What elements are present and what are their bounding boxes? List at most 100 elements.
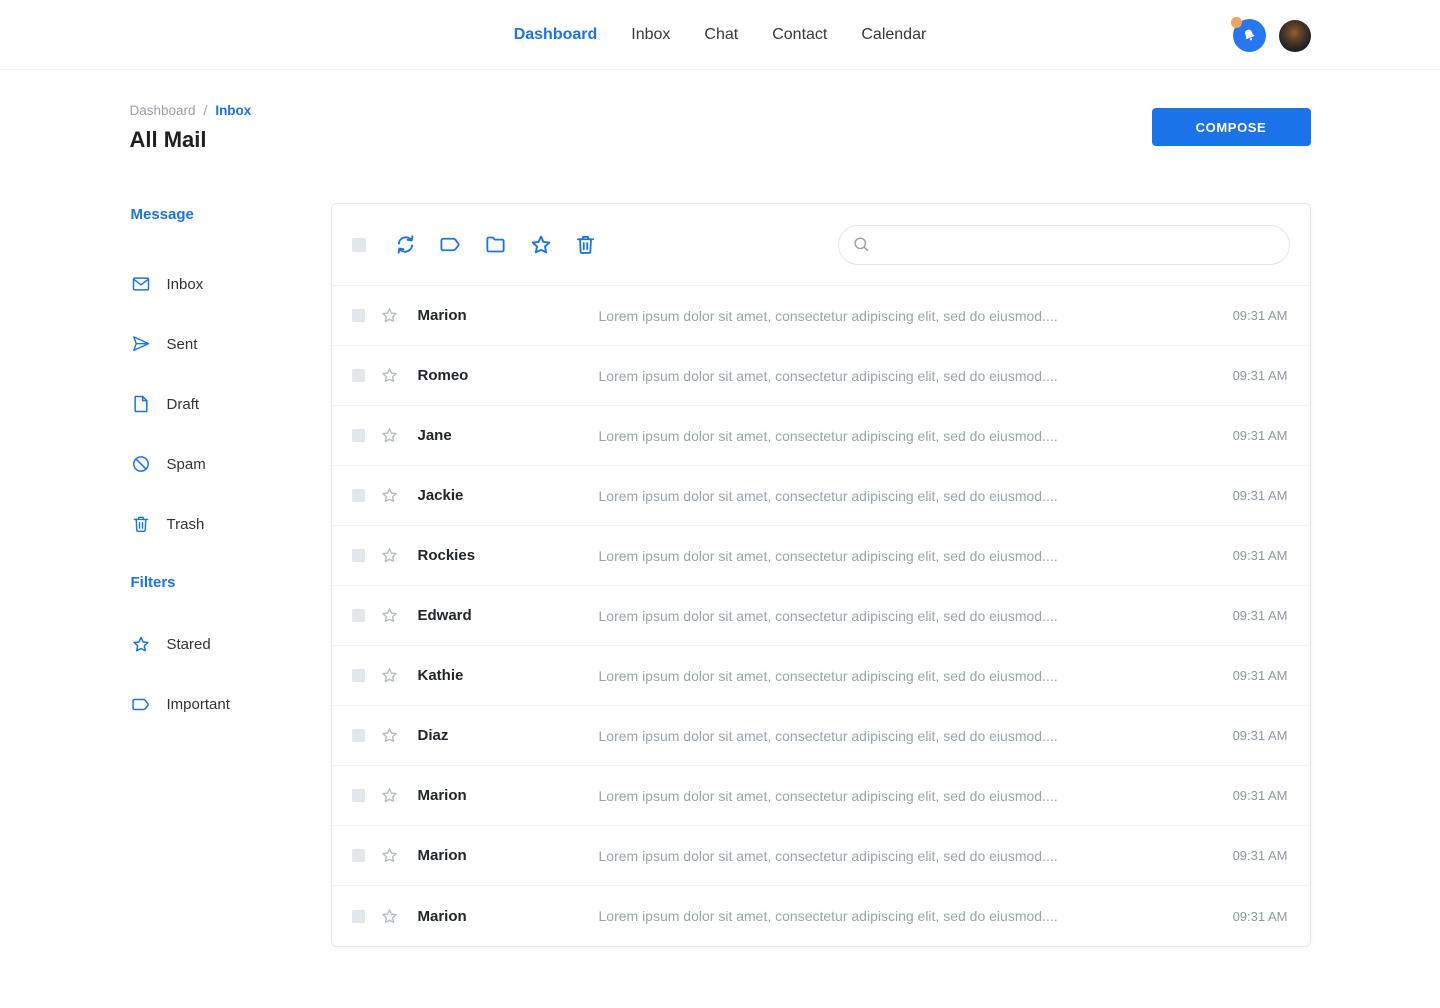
email-row[interactable]: Marion Lorem ipsum dolor sit amet, conse… [332, 286, 1310, 346]
star-icon[interactable] [380, 606, 400, 626]
row-checkbox[interactable] [352, 309, 365, 322]
email-sender: Romeo [418, 367, 599, 384]
breadcrumb: Dashboard / Inbox [130, 103, 252, 118]
star-icon[interactable] [380, 786, 400, 806]
row-checkbox[interactable] [352, 489, 365, 502]
nav-item-contact[interactable]: Contact [772, 26, 827, 44]
user-avatar[interactable] [1279, 20, 1311, 52]
email-time: 09:31 AM [1233, 909, 1288, 924]
nav-item-inbox[interactable]: Inbox [631, 26, 670, 44]
sidebar-item-inbox[interactable]: Inbox [131, 254, 331, 314]
email-sender: Kathie [418, 667, 599, 684]
sidebar-item-label: Stared [167, 636, 211, 653]
star-icon [131, 634, 151, 654]
star-icon[interactable] [380, 546, 400, 566]
email-preview: Lorem ipsum dolor sit amet, consectetur … [599, 608, 1219, 624]
email-preview: Lorem ipsum dolor sit amet, consectetur … [599, 788, 1219, 804]
row-checkbox[interactable] [352, 849, 365, 862]
search-input[interactable] [871, 237, 1289, 253]
search-icon [852, 235, 871, 254]
breadcrumb-separator: / [204, 103, 208, 118]
title-block: Dashboard / Inbox All Mail [130, 103, 252, 153]
sidebar: Message Inbox Sent [130, 203, 331, 947]
email-row[interactable]: Edward Lorem ipsum dolor sit amet, conse… [332, 586, 1310, 646]
email-preview: Lorem ipsum dolor sit amet, consectetur … [599, 908, 1219, 924]
row-checkbox[interactable] [352, 549, 365, 562]
folder-icon [484, 233, 507, 256]
sidebar-heading-message: Message [131, 205, 331, 225]
email-sender: Jackie [418, 487, 599, 504]
star-icon[interactable] [380, 486, 400, 506]
row-checkbox[interactable] [352, 729, 365, 742]
email-row[interactable]: Rockies Lorem ipsum dolor sit amet, cons… [332, 526, 1310, 586]
email-preview: Lorem ipsum dolor sit amet, consectetur … [599, 668, 1219, 684]
row-checkbox[interactable] [352, 609, 365, 622]
star-button[interactable] [528, 232, 554, 258]
mail-panel: Marion Lorem ipsum dolor sit amet, conse… [331, 203, 1311, 947]
sidebar-heading-filters: Filters [131, 573, 331, 593]
email-time: 09:31 AM [1233, 668, 1288, 683]
email-row[interactable]: Jane Lorem ipsum dolor sit amet, consect… [332, 406, 1310, 466]
breadcrumb-dashboard[interactable]: Dashboard [130, 103, 196, 118]
sidebar-item-trash[interactable]: Trash [131, 494, 331, 554]
sidebar-item-label: Trash [167, 516, 205, 533]
row-checkbox[interactable] [352, 429, 365, 442]
row-checkbox[interactable] [352, 369, 365, 382]
email-preview: Lorem ipsum dolor sit amet, consectetur … [599, 308, 1219, 324]
email-time: 09:31 AM [1233, 848, 1288, 863]
email-row[interactable]: Marion Lorem ipsum dolor sit amet, conse… [332, 886, 1310, 946]
nav-item-calendar[interactable]: Calendar [861, 26, 926, 44]
sidebar-item-label: Important [167, 696, 230, 713]
breadcrumb-inbox[interactable]: Inbox [215, 103, 251, 118]
label-icon [131, 694, 151, 714]
row-checkbox[interactable] [352, 669, 365, 682]
refresh-button[interactable] [393, 232, 419, 258]
email-sender: Marion [418, 787, 599, 804]
sidebar-item-draft[interactable]: Draft [131, 374, 331, 434]
email-time: 09:31 AM [1233, 548, 1288, 563]
sidebar-item-important[interactable]: Important [131, 674, 331, 734]
email-sender: Diaz [418, 727, 599, 744]
email-sender: Rockies [418, 547, 599, 564]
page-title: All Mail [130, 127, 252, 153]
select-all-checkbox[interactable] [352, 238, 366, 252]
email-row[interactable]: Jackie Lorem ipsum dolor sit amet, conse… [332, 466, 1310, 526]
email-time: 09:31 AM [1233, 308, 1288, 323]
star-icon[interactable] [380, 906, 400, 926]
email-time: 09:31 AM [1233, 608, 1288, 623]
star-icon[interactable] [380, 846, 400, 866]
sidebar-item-spam[interactable]: Spam [131, 434, 331, 494]
compose-button[interactable]: COMPOSE [1152, 108, 1311, 146]
sidebar-item-label: Spam [167, 456, 206, 473]
search-box[interactable] [838, 225, 1290, 265]
nav-item-dashboard[interactable]: Dashboard [514, 26, 598, 44]
star-icon[interactable] [380, 666, 400, 686]
top-navbar: Dashboard Inbox Chat Contact Calendar [0, 0, 1440, 70]
email-row[interactable]: Kathie Lorem ipsum dolor sit amet, conse… [332, 646, 1310, 706]
notification-button[interactable] [1233, 19, 1266, 52]
email-preview: Lorem ipsum dolor sit amet, consectetur … [599, 488, 1219, 504]
block-icon [131, 454, 151, 474]
email-row[interactable]: Romeo Lorem ipsum dolor sit amet, consec… [332, 346, 1310, 406]
email-row[interactable]: Marion Lorem ipsum dolor sit amet, conse… [332, 766, 1310, 826]
star-icon[interactable] [380, 726, 400, 746]
email-sender: Marion [418, 908, 599, 925]
email-row[interactable]: Diaz Lorem ipsum dolor sit amet, consect… [332, 706, 1310, 766]
email-preview: Lorem ipsum dolor sit amet, consectetur … [599, 728, 1219, 744]
star-icon[interactable] [380, 306, 400, 326]
folder-button[interactable] [483, 232, 509, 258]
sidebar-item-sent[interactable]: Sent [131, 314, 331, 374]
star-icon[interactable] [380, 366, 400, 386]
label-button[interactable] [438, 232, 464, 258]
row-checkbox[interactable] [352, 910, 365, 923]
sidebar-item-stared[interactable]: Stared [131, 614, 331, 674]
refresh-icon [393, 232, 418, 257]
mail-toolbar [332, 204, 1310, 286]
label-icon [439, 233, 462, 256]
nav-item-chat[interactable]: Chat [704, 26, 738, 44]
row-checkbox[interactable] [352, 789, 365, 802]
email-sender: Jane [418, 427, 599, 444]
delete-button[interactable] [573, 232, 599, 258]
email-row[interactable]: Marion Lorem ipsum dolor sit amet, conse… [332, 826, 1310, 886]
star-icon[interactable] [380, 426, 400, 446]
